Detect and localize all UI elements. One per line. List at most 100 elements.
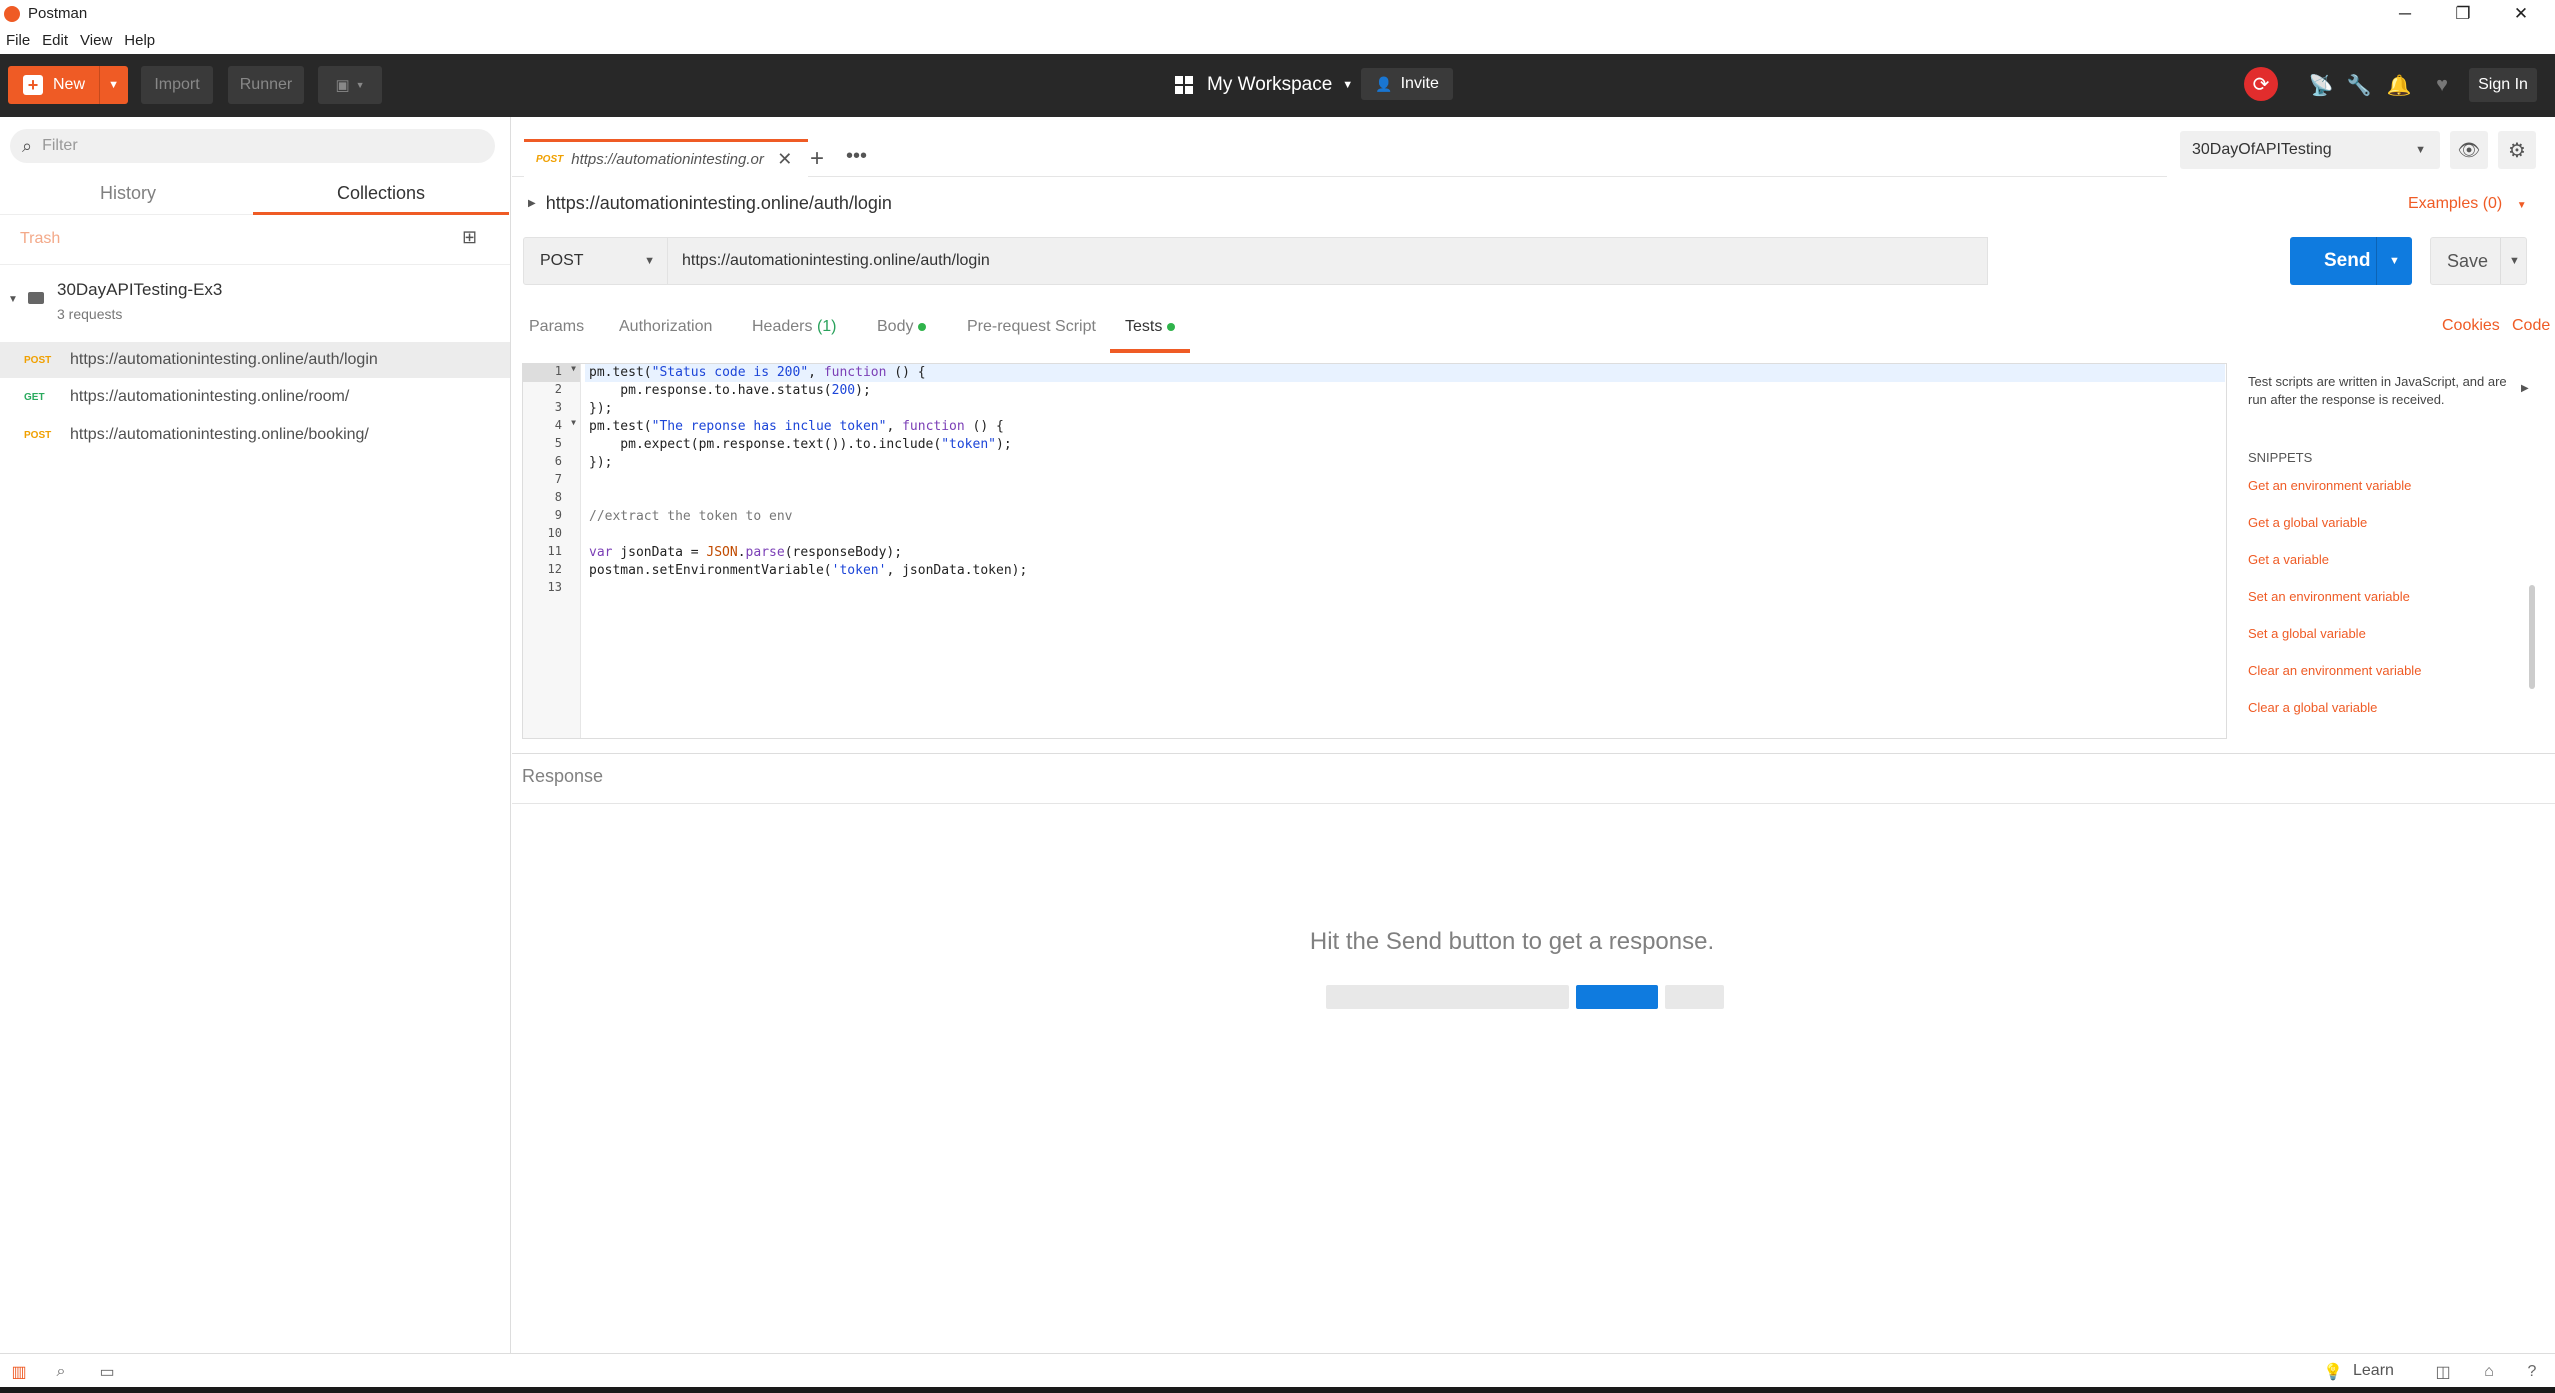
chevron-down-icon[interactable]: ▼ (2509, 255, 2520, 267)
close-tab-icon[interactable]: ✕ (777, 149, 792, 170)
tab-headers[interactable]: Headers (1) (752, 307, 837, 353)
menu-view[interactable]: View (74, 32, 118, 49)
save-button[interactable]: Save ▼ (2430, 237, 2527, 285)
heart-icon[interactable]: ♥ (2427, 70, 2457, 100)
line-number: 4 ▼ (554, 418, 576, 432)
find-icon[interactable]: ⌕ (50, 1361, 72, 1383)
divider (512, 803, 2555, 804)
code-line: }); (589, 455, 613, 470)
save-label: Save (2447, 250, 2489, 271)
headers-count: (1) (816, 318, 837, 335)
snippets-title: SNIPPETS (2248, 450, 2313, 465)
lightbulb-icon: 💡 (2323, 1364, 2343, 1381)
tab-headers-label: Headers (752, 318, 813, 335)
placeholder-bar (1665, 985, 1724, 1009)
runner-button[interactable]: Runner (228, 66, 304, 104)
examples-dropdown[interactable]: Examples (0) ▼ (2408, 195, 2527, 213)
snippet-set-env-var[interactable]: Set an environment variable (2248, 589, 2410, 604)
line-number: 2 (554, 382, 562, 396)
chevron-down-icon: ▼ (355, 80, 365, 90)
new-window-button[interactable]: ▣ ▼ (318, 66, 382, 104)
import-button[interactable]: Import (141, 66, 213, 104)
status-bar: ▥ ⌕ ▭ 💡 Learn ◫ ⌂ ? (0, 1353, 2555, 1387)
line-number: 10 (547, 526, 562, 540)
sign-in-button[interactable]: Sign In (2469, 68, 2537, 102)
minimize-button[interactable]: ─ (2376, 0, 2434, 27)
workspace-selector[interactable]: My Workspace ▼ (1175, 66, 1353, 104)
eye-icon[interactable]: 👁 (2450, 131, 2488, 169)
method-select[interactable]: POST ▼ (523, 237, 668, 285)
snippet-get-global-var[interactable]: Get a global variable (2248, 515, 2367, 530)
divider (512, 753, 2555, 754)
wrench-icon[interactable]: 🔧 (2344, 70, 2374, 100)
bell-icon[interactable]: 🔔 (2384, 70, 2414, 100)
chevron-down-icon[interactable]: ▼ (2389, 255, 2400, 267)
request-name[interactable]: ▶ https://automationintesting.online/aut… (528, 193, 892, 214)
main-panel: POST https://automationintesting.or ✕ + … (512, 117, 2555, 1353)
close-button[interactable]: ✕ (2492, 0, 2550, 27)
invite-button[interactable]: 👤 Invite (1361, 68, 1453, 100)
request-tab[interactable]: POST https://automationintesting.or ✕ (524, 139, 808, 177)
tab-collections[interactable]: Collections (253, 175, 509, 215)
sidebar: ⌕ History Collections Trash ⊞ ▼ 30DayAPI… (0, 117, 511, 1353)
tab-pre-request-script[interactable]: Pre-request Script (967, 307, 1096, 353)
maximize-button[interactable]: ❐ (2434, 0, 2492, 27)
code-link[interactable]: Code (2512, 317, 2550, 335)
snippets-scrollbar[interactable] (2529, 585, 2535, 689)
filter-input[interactable] (42, 137, 463, 155)
more-icon[interactable]: ••• (846, 145, 876, 175)
menu-file[interactable]: File (0, 32, 36, 49)
tab-tests[interactable]: Tests (1110, 307, 1191, 353)
new-collection-icon[interactable]: ⊞ (462, 227, 486, 251)
snippets-help-text: Test scripts are written in JavaScript, … (2248, 374, 2507, 407)
cookies-link[interactable]: Cookies (2442, 317, 2500, 335)
environment-select[interactable]: 30DayOfAPITesting ▼ (2180, 131, 2440, 169)
new-window-icon: ▣ (335, 77, 350, 94)
satellite-icon[interactable]: 📡 (2306, 70, 2336, 100)
snippet-get-var[interactable]: Get a variable (2248, 552, 2329, 567)
snippet-clear-env-var[interactable]: Clear an environment variable (2248, 663, 2421, 678)
url-input[interactable] (668, 237, 1988, 285)
layout-two-pane-icon[interactable]: ◫ (2432, 1361, 2454, 1383)
code-area[interactable]: pm.test("Status code is 200", function (… (585, 364, 2225, 598)
request-item-booking[interactable]: POST https://automationintesting.online/… (0, 417, 510, 453)
send-button[interactable]: Send ▼ (2290, 237, 2412, 285)
tab-authorization[interactable]: Authorization (619, 307, 712, 353)
line-number: 5 (554, 436, 562, 450)
tab-body-label: Body (877, 318, 914, 335)
collection-item[interactable]: ▼ 30DayAPITesting-Ex3 3 requests (0, 280, 510, 340)
snippet-clear-global-var[interactable]: Clear a global variable (2248, 700, 2377, 715)
window-bottom-edge (0, 1387, 2555, 1393)
tab-history[interactable]: History (0, 175, 256, 215)
console-icon[interactable]: ▭ (96, 1361, 118, 1383)
tab-params[interactable]: Params (529, 307, 584, 353)
bootcamp-icon[interactable]: ⌂ (2478, 1361, 2500, 1383)
sync-icon[interactable]: ⟳ (2244, 67, 2278, 101)
response-title: Response (522, 766, 604, 786)
test-script-editor[interactable]: 1 ▼ 2 3 4 ▼ 5 6 7 8 9 10 11 12 13 pm.test(… (522, 363, 2227, 739)
new-button[interactable]: + New ▼ (8, 66, 128, 104)
code-line: postman.setEnvironmentVariable('token', … (589, 563, 1028, 578)
code-line: }); (589, 401, 613, 416)
gear-icon[interactable]: ⚙ (2498, 131, 2536, 169)
caret-right-icon[interactable]: ▶ (2521, 383, 2529, 394)
caret-down-icon[interactable]: ▼ (8, 294, 18, 305)
tab-body[interactable]: Body (877, 307, 927, 353)
help-icon[interactable]: ? (2521, 1361, 2543, 1383)
trash-link[interactable]: Trash (20, 230, 60, 248)
learn-link[interactable]: Learn (2353, 1362, 2394, 1380)
snippet-get-env-var[interactable]: Get an environment variable (2248, 478, 2411, 493)
snippet-set-global-var[interactable]: Set a global variable (2248, 626, 2366, 641)
menu-help[interactable]: Help (118, 32, 161, 49)
request-item-room[interactable]: GET https://automationintesting.online/r… (0, 379, 510, 415)
chevron-down-icon[interactable]: ▼ (108, 79, 119, 91)
sidebar-toggle-icon[interactable]: ▥ (8, 1361, 30, 1383)
collection-count: 3 requests (57, 306, 123, 322)
line-gutter: 1 ▼ 2 3 4 ▼ 5 6 7 8 9 10 11 12 13 (523, 364, 581, 738)
send-label: Send (2324, 250, 2371, 271)
add-tab-icon[interactable]: + (810, 145, 840, 175)
request-section-tabs: Params Authorization Headers (1) Body Pr… (512, 307, 2555, 353)
menu-edit[interactable]: Edit (36, 32, 74, 49)
request-item-login[interactable]: POST https://automationintesting.online/… (0, 342, 510, 378)
